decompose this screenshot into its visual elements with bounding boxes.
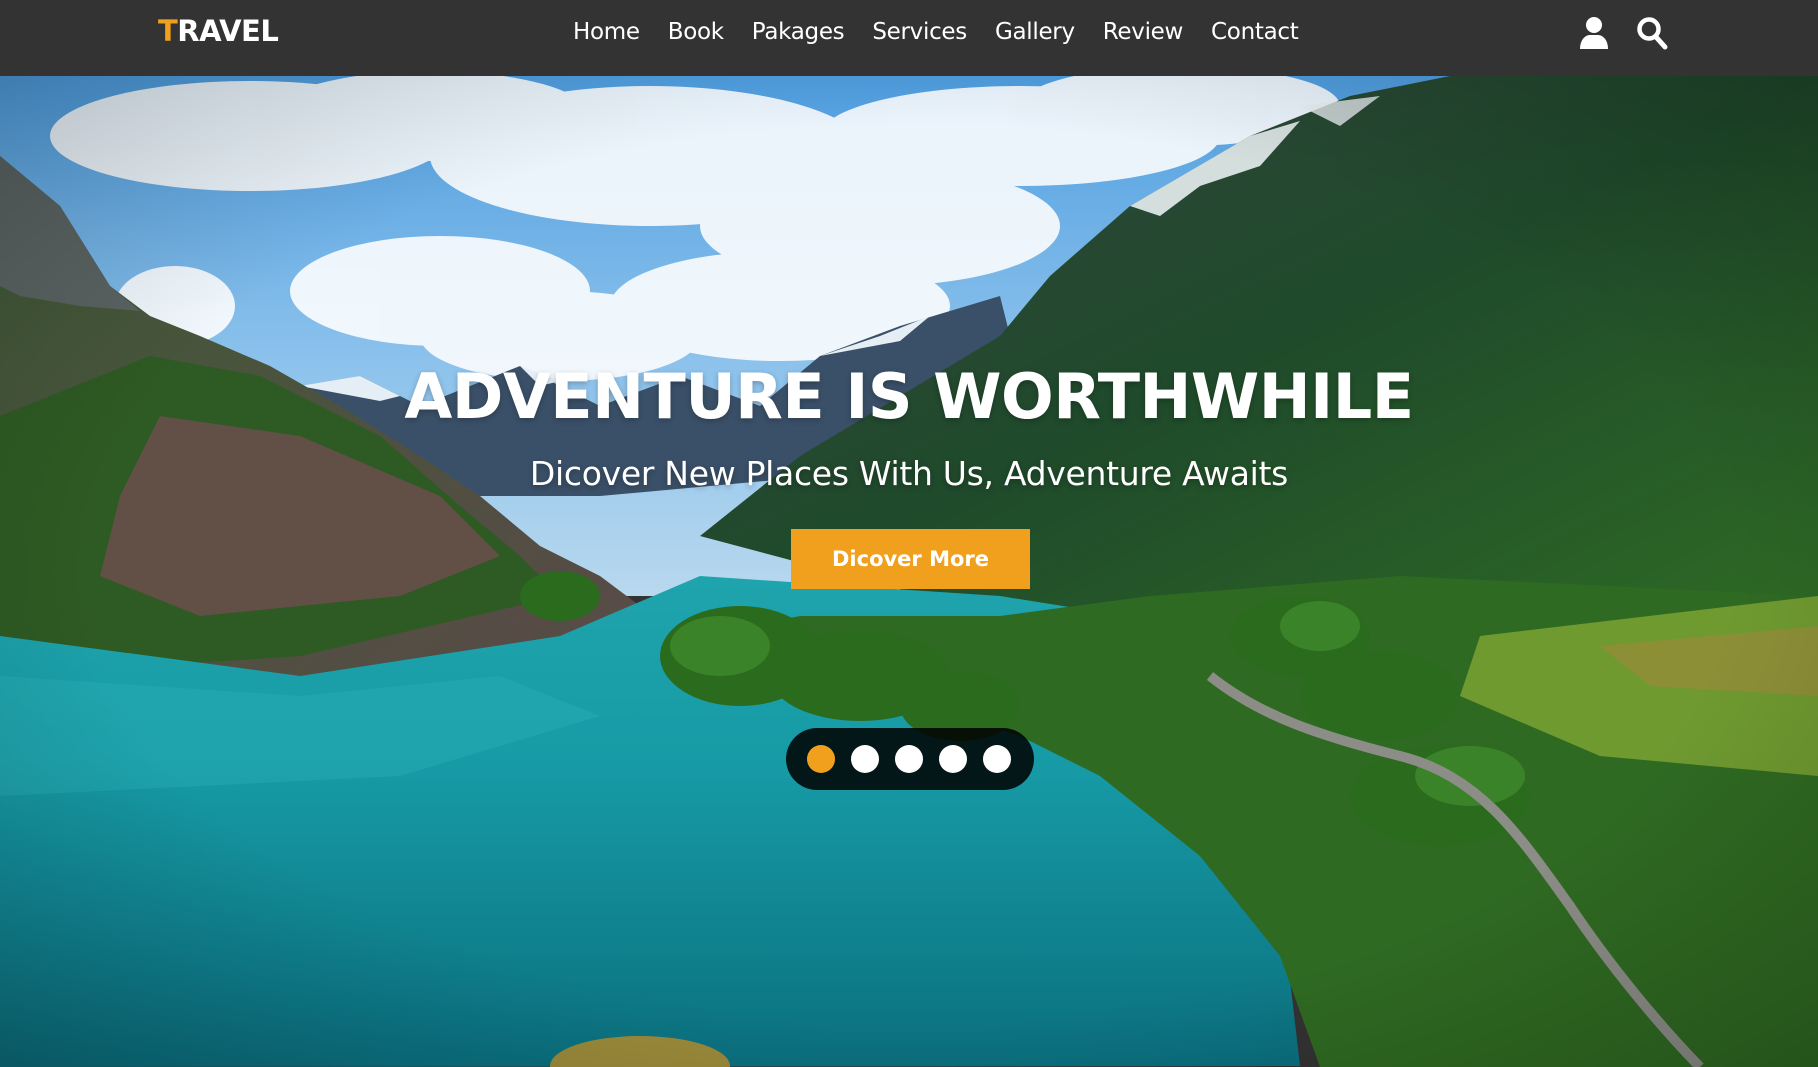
nav-link-home[interactable]: Home bbox=[573, 19, 640, 45]
slider-dot-4[interactable] bbox=[939, 745, 967, 773]
nav-link-contact[interactable]: Contact bbox=[1211, 19, 1299, 45]
brand-logo[interactable]: TRAVEL bbox=[158, 14, 279, 48]
hero-section: ADVENTURE IS WORTHWHILE Dicover New Plac… bbox=[0, 76, 1818, 1067]
nav-icons bbox=[1578, 16, 1668, 50]
slider-dot-5[interactable] bbox=[983, 745, 1011, 773]
navbar: TRAVEL Home Book Pakages Services Galler… bbox=[0, 0, 1818, 76]
hero-title: ADVENTURE IS WORTHWHILE bbox=[404, 360, 1414, 433]
slider-dot-2[interactable] bbox=[851, 745, 879, 773]
discover-more-button[interactable]: Dicover More bbox=[791, 529, 1030, 589]
nav-link-gallery[interactable]: Gallery bbox=[995, 19, 1075, 45]
slider-dot-3[interactable] bbox=[895, 745, 923, 773]
slider-dot-1[interactable] bbox=[807, 745, 835, 773]
logo-accent-letter: T bbox=[158, 14, 178, 48]
slider-pagination bbox=[786, 728, 1034, 790]
main-nav: Home Book Pakages Services Gallery Revie… bbox=[573, 19, 1299, 45]
nav-link-services[interactable]: Services bbox=[872, 19, 967, 45]
nav-link-packages[interactable]: Pakages bbox=[752, 19, 845, 45]
search-icon[interactable] bbox=[1636, 16, 1668, 50]
logo-text: RAVEL bbox=[177, 14, 279, 48]
nav-link-book[interactable]: Book bbox=[668, 19, 724, 45]
user-icon[interactable] bbox=[1578, 16, 1610, 50]
nav-link-review[interactable]: Review bbox=[1103, 19, 1184, 45]
hero-subtitle: Dicover New Places With Us, Adventure Aw… bbox=[529, 454, 1289, 493]
